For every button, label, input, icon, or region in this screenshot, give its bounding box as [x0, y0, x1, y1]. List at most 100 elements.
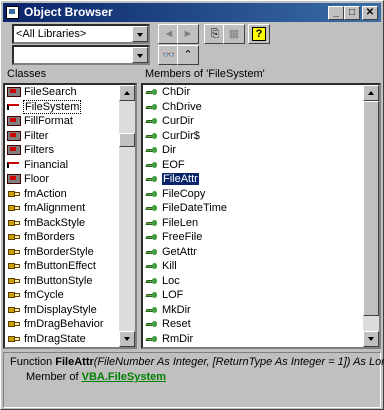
class-list-item[interactable]: Floor [5, 172, 135, 187]
object-browser-window: Object Browser _ □ ✕ <All Libraries> ◄ ►… [0, 0, 384, 410]
item-label: GetAttr [162, 245, 197, 258]
scroll-thumb[interactable] [119, 133, 135, 147]
show-hide-search-results-button[interactable]: ⌃ [177, 45, 199, 65]
method-icon [145, 232, 159, 242]
item-label: fmBorders [24, 231, 75, 243]
enum-icon [7, 319, 21, 329]
go-forward-button[interactable]: ► [177, 24, 199, 44]
member-list-item[interactable]: RmDir [143, 332, 379, 347]
method-icon [145, 87, 159, 97]
collapse-icon: ⌃ [183, 49, 193, 61]
class-list-item[interactable]: fmBorders [5, 230, 135, 245]
item-label: EOF [162, 158, 185, 171]
item-label: Dir [162, 144, 177, 156]
member-signature: Function FileAttr(FileNumber As Integer,… [10, 356, 384, 368]
member-list-item[interactable]: CurDir [143, 114, 379, 129]
class-list-item[interactable]: fmCycle [5, 288, 135, 303]
enum-icon [7, 189, 21, 199]
maximize-button[interactable]: □ [344, 6, 360, 20]
member-list-item[interactable]: FileCopy [143, 187, 379, 202]
member-list-item[interactable]: ChDir [143, 85, 379, 100]
item-label: Reset [162, 318, 191, 330]
member-list-item[interactable]: Reset [143, 317, 379, 332]
item-label: FreeFile [162, 231, 203, 243]
member-list-item[interactable]: FileAttr [143, 172, 379, 187]
class-list-item[interactable]: fmBackStyle [5, 216, 135, 231]
method-icon [145, 305, 159, 315]
class-list-item[interactable]: fmAlignment [5, 201, 135, 216]
member-list-item[interactable]: Loc [143, 274, 379, 289]
class-list-item[interactable]: FileSearch [5, 85, 135, 100]
item-label: FillFormat [24, 115, 73, 127]
back-arrow-icon: ◄ [163, 28, 175, 40]
member-list-item[interactable]: GetAttr [143, 245, 379, 260]
scroll-down-arrow-icon[interactable] [363, 331, 379, 347]
member-list-item[interactable]: FileLen [143, 216, 379, 231]
member-name: FileAttr [55, 356, 94, 368]
member-kind: Function [10, 356, 53, 368]
details-pane: Function FileAttr(FileNumber As Integer,… [3, 352, 384, 408]
member-list-item[interactable]: Dir [143, 143, 379, 158]
library-dropdown[interactable]: <All Libraries> [12, 24, 150, 44]
item-label: Loc [162, 274, 180, 287]
member-list-item[interactable]: ChDrive [143, 100, 379, 115]
method-icon [145, 276, 159, 286]
class-list-item[interactable]: Filters [5, 143, 135, 158]
class-list-item[interactable]: Filter [5, 129, 135, 144]
member-list-item[interactable]: CurDir$ [143, 129, 379, 144]
class-list-item[interactable]: fmButtonStyle [5, 274, 135, 289]
enum-icon [7, 203, 21, 213]
item-label: MkDir [162, 303, 191, 316]
library-dropdown-value: <All Libraries> [16, 28, 87, 40]
member-list-item[interactable]: MkDir [143, 303, 379, 318]
enum-icon [7, 276, 21, 286]
enum-icon [7, 218, 21, 228]
members-scrollbar[interactable] [363, 85, 379, 347]
class-list-item[interactable]: FillFormat [5, 114, 135, 129]
method-icon [145, 319, 159, 329]
title-bar[interactable]: Object Browser _ □ ✕ [3, 3, 381, 22]
class-list-item[interactable]: fmButtonEffect [5, 259, 135, 274]
forward-arrow-icon: ► [182, 28, 194, 40]
search-text-dropdown[interactable] [12, 45, 150, 65]
class-list-item[interactable]: fmDragState [5, 332, 135, 347]
class-list-item[interactable]: Financial [5, 158, 135, 173]
member-list-item[interactable]: FileDateTime [143, 201, 379, 216]
classes-scrollbar[interactable] [119, 85, 135, 347]
member-of-link[interactable]: VBA.FileSystem [82, 371, 166, 383]
scroll-thumb[interactable] [363, 101, 379, 316]
class-list-item[interactable]: fmDragBehavior [5, 317, 135, 332]
class-list-item[interactable]: FileSystem [5, 99, 135, 115]
view-definition-button[interactable]: ▦ [223, 24, 245, 44]
item-label: Filter [24, 129, 49, 142]
class-list-item[interactable]: fmDisplayStyle [5, 303, 135, 318]
help-button[interactable]: ? [248, 24, 270, 44]
enum-icon [7, 261, 21, 271]
minimize-button[interactable]: _ [328, 6, 344, 20]
chevron-down-icon[interactable] [132, 26, 148, 42]
scroll-up-arrow-icon[interactable] [119, 85, 135, 101]
method-icon [145, 116, 159, 126]
item-label: CurDir [162, 115, 194, 127]
class-list-item[interactable]: fmAction [5, 187, 135, 202]
members-header: Members of 'FileSystem' [145, 68, 265, 80]
enum-icon [7, 334, 21, 344]
member-list-item[interactable]: FreeFile [143, 230, 379, 245]
scroll-down-arrow-icon[interactable] [119, 331, 135, 347]
chevron-down-icon[interactable] [132, 47, 148, 63]
item-label: fmCycle [24, 289, 64, 301]
item-label: RmDir [162, 332, 194, 345]
class-list-item[interactable]: fmBorderStyle [5, 245, 135, 260]
member-list-item[interactable]: Kill [143, 259, 379, 274]
member-of: Member of VBA.FileSystem [26, 371, 166, 383]
classes-list[interactable]: FileSearch FileSystem FillFormat Filter Filt… [3, 83, 137, 349]
class-icon [7, 145, 21, 156]
item-label: Filters [24, 144, 54, 156]
item-label: CurDir$ [162, 129, 200, 142]
close-button[interactable]: ✕ [362, 6, 378, 20]
member-list-item[interactable]: EOF [143, 158, 379, 173]
members-list[interactable]: ChDir ChDrive CurDir CurDir$ Dir EOF FileAttr F… [141, 83, 381, 349]
member-list-item[interactable]: LOF [143, 288, 379, 303]
enum-icon [7, 232, 21, 242]
scroll-up-arrow-icon[interactable] [363, 85, 379, 101]
